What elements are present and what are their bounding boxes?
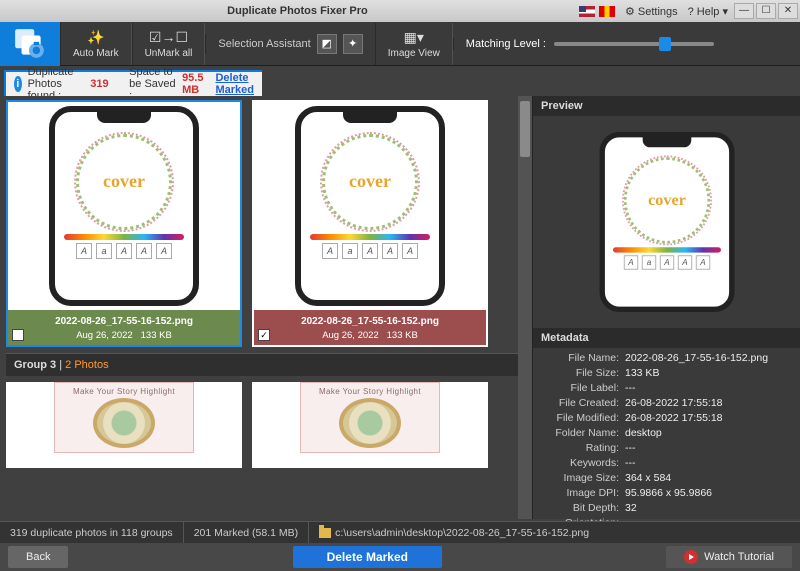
card-checkbox[interactable]: ✓ <box>258 329 270 341</box>
metadata-row: File Modified:26-08-2022 17:55:18 <box>543 410 790 425</box>
flag-us-icon[interactable] <box>579 6 595 17</box>
image-view-button[interactable]: ▦▾ Image View <box>375 23 453 65</box>
status-marked: 201 Marked (58.1 MB) <box>184 522 309 543</box>
metadata-value: 32 <box>625 502 790 514</box>
metadata-row: Image Size:364 x 584 <box>543 470 790 485</box>
metadata-key: Image Size: <box>543 472 625 484</box>
preview-image: coverAaAAA <box>533 116 800 328</box>
card-checkbox[interactable] <box>12 329 24 341</box>
thumbnail: coverAaAAA <box>254 102 486 310</box>
metadata-key: Image DPI: <box>543 487 625 499</box>
metadata-row: Keywords:--- <box>543 455 790 470</box>
metadata-key: Bit Depth: <box>543 502 625 514</box>
metadata-value: --- <box>625 457 790 469</box>
matching-level-label: Matching Level : <box>466 38 546 50</box>
card-filename: 2022-08-26_17-55-16-152.png <box>12 316 236 327</box>
metadata-key: Keywords: <box>543 457 625 469</box>
thumbnail: coverAaAAA <box>8 102 240 310</box>
metadata-key: File Name: <box>543 352 625 364</box>
metadata-key: File Created: <box>543 397 625 409</box>
close-button[interactable]: ✕ <box>778 3 798 19</box>
watch-tutorial-button[interactable]: Watch Tutorial <box>666 546 792 568</box>
unmark-all-button[interactable]: ☑→☐ UnMark all <box>132 23 206 65</box>
photo-card[interactable]: coverAaAAA 2022-08-26_17-55-16-152.png A… <box>252 100 488 347</box>
photo-card[interactable]: Make Your Story Highlight <box>6 382 242 468</box>
metadata-value: 95.9866 x 95.9866 <box>625 487 790 499</box>
metadata-row: File Label:--- <box>543 380 790 395</box>
metadata-row: Folder Name:desktop <box>543 425 790 440</box>
status-path: c:\users\admin\desktop\2022-08-26_17-55-… <box>309 522 800 543</box>
maximize-button[interactable]: ☐ <box>756 3 776 19</box>
settings-link[interactable]: ⚙ Settings <box>621 5 682 18</box>
app-title: Duplicate Photos Fixer Pro <box>22 5 573 17</box>
delete-marked-button[interactable]: Delete Marked <box>293 546 442 568</box>
metadata-row: Image DPI:95.9866 x 95.9866 <box>543 485 790 500</box>
photo-card[interactable]: coverAaAAA 2022-08-26_17-55-16-152.png A… <box>6 100 242 347</box>
space-value: 95.5 MB <box>182 72 203 96</box>
minimize-button[interactable]: — <box>734 3 754 19</box>
bottombar: Back Delete Marked Watch Tutorial <box>0 543 800 571</box>
metadata-value: 2022-08-26_17-55-16-152.png <box>625 352 790 364</box>
flag-alt-icon[interactable] <box>599 6 615 17</box>
metadata-key: Folder Name: <box>543 427 625 439</box>
found-value: 319 <box>90 78 108 90</box>
card-filename: 2022-08-26_17-55-16-152.png <box>258 316 482 327</box>
auto-mark-button[interactable]: ✨ Auto Mark <box>60 23 132 65</box>
metadata-value: --- <box>625 382 790 394</box>
metadata-header: Metadata <box>533 328 800 348</box>
folder-icon <box>319 528 331 538</box>
statusbar: 319 duplicate photos in 118 groups 201 M… <box>0 521 800 543</box>
metadata-row: Rating:--- <box>543 440 790 455</box>
metadata-row: File Name:2022-08-26_17-55-16-152.png <box>543 350 790 365</box>
titlebar: Duplicate Photos Fixer Pro ⚙ Settings ? … <box>0 0 800 22</box>
info-icon: i <box>14 76 22 92</box>
preview-header: Preview <box>533 96 800 116</box>
metadata-key: File Modified: <box>543 412 625 424</box>
summary-bar: i Duplicate Photos found : 319 Space to … <box>4 70 262 98</box>
metadata-value: --- <box>625 442 790 454</box>
help-link[interactable]: ? Help ▾ <box>684 5 732 18</box>
right-panel: Preview coverAaAAA Metadata File Name:20… <box>532 96 800 519</box>
metadata-key: File Size: <box>543 367 625 379</box>
slider-thumb[interactable] <box>659 37 671 51</box>
metadata-value: desktop <box>625 427 790 439</box>
metadata-value: 26-08-2022 17:55:18 <box>625 412 790 424</box>
metadata-value: 133 KB <box>625 367 790 379</box>
status-duplicates: 319 duplicate photos in 118 groups <box>0 522 184 543</box>
photo-card[interactable]: Make Your Story Highlight <box>252 382 488 468</box>
metadata-value: 364 x 584 <box>625 472 790 484</box>
toolbar: ✨ Auto Mark ☑→☐ UnMark all Selection Ass… <box>0 22 800 66</box>
gallery-scrollbar[interactable] <box>518 96 532 519</box>
metadata-table: File Name:2022-08-26_17-55-16-152.pngFil… <box>533 348 800 536</box>
delete-marked-link[interactable]: Delete Marked <box>215 72 254 96</box>
selection-tool1-button[interactable]: ◩ <box>317 34 337 54</box>
metadata-key: Rating: <box>543 442 625 454</box>
metadata-value: 26-08-2022 17:55:18 <box>625 397 790 409</box>
selection-tool2-button[interactable]: ✦ <box>343 34 363 54</box>
matching-level-slider[interactable] <box>554 42 714 46</box>
group-header: Group 3 | 2 Photos <box>6 353 526 376</box>
app-logo-icon <box>0 22 60 66</box>
gallery-panel: coverAaAAA 2022-08-26_17-55-16-152.png A… <box>0 96 532 519</box>
metadata-row: Bit Depth:32 <box>543 500 790 515</box>
selection-assistant-label: Selection Assistant <box>218 38 310 50</box>
metadata-row: File Size:133 KB <box>543 365 790 380</box>
metadata-row: File Created:26-08-2022 17:55:18 <box>543 395 790 410</box>
metadata-key: File Label: <box>543 382 625 394</box>
play-icon <box>684 550 698 564</box>
unmark-icon: ☑→☐ <box>149 29 188 46</box>
grid-icon: ▦▾ <box>404 29 424 46</box>
wand-icon: ✨ <box>87 29 104 46</box>
back-button[interactable]: Back <box>8 546 68 568</box>
